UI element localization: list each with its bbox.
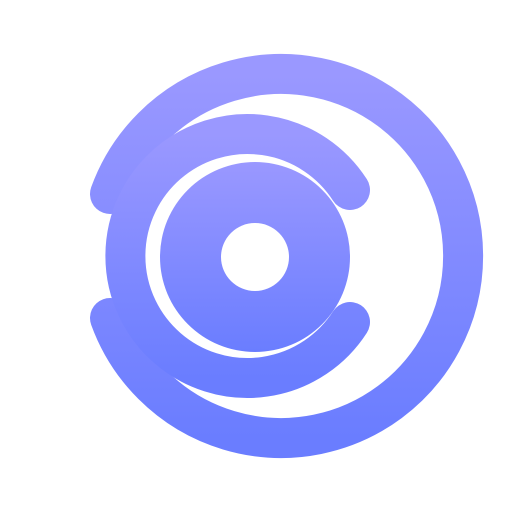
stylized-c-eye-logo-icon bbox=[90, 54, 484, 458]
app-icon-canvas bbox=[0, 0, 512, 512]
pupil-hole bbox=[221, 223, 289, 291]
logo-mark bbox=[90, 54, 484, 458]
